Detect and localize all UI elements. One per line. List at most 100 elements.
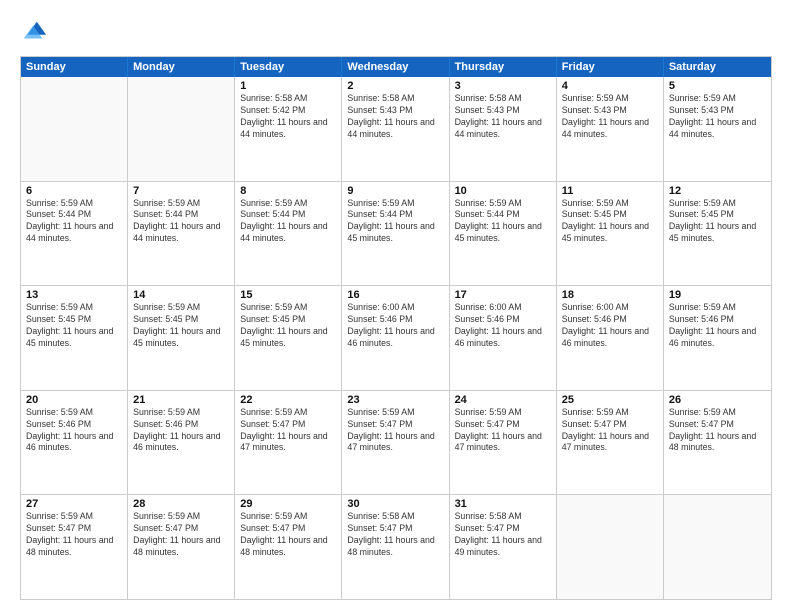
cell-info: Sunrise: 5:59 AM Sunset: 5:44 PM Dayligh… <box>455 198 551 246</box>
calendar-cell: 16Sunrise: 6:00 AM Sunset: 5:46 PM Dayli… <box>342 286 449 390</box>
calendar-cell: 7Sunrise: 5:59 AM Sunset: 5:44 PM Daylig… <box>128 182 235 286</box>
cell-info: Sunrise: 5:59 AM Sunset: 5:47 PM Dayligh… <box>455 407 551 455</box>
calendar-body: 1Sunrise: 5:58 AM Sunset: 5:42 PM Daylig… <box>21 77 771 599</box>
calendar-cell: 3Sunrise: 5:58 AM Sunset: 5:43 PM Daylig… <box>450 77 557 181</box>
calendar-cell: 19Sunrise: 5:59 AM Sunset: 5:46 PM Dayli… <box>664 286 771 390</box>
day-number: 31 <box>455 498 551 510</box>
calendar-row-2: 6Sunrise: 5:59 AM Sunset: 5:44 PM Daylig… <box>21 181 771 286</box>
page: SundayMondayTuesdayWednesdayThursdayFrid… <box>0 0 792 612</box>
header-day-thursday: Thursday <box>450 57 557 77</box>
calendar-cell: 30Sunrise: 5:58 AM Sunset: 5:47 PM Dayli… <box>342 495 449 599</box>
day-number: 28 <box>133 498 229 510</box>
day-number: 19 <box>669 289 766 301</box>
calendar-cell: 11Sunrise: 5:59 AM Sunset: 5:45 PM Dayli… <box>557 182 664 286</box>
day-number: 30 <box>347 498 443 510</box>
cell-info: Sunrise: 5:59 AM Sunset: 5:43 PM Dayligh… <box>562 93 658 141</box>
calendar-cell: 27Sunrise: 5:59 AM Sunset: 5:47 PM Dayli… <box>21 495 128 599</box>
cell-info: Sunrise: 5:59 AM Sunset: 5:46 PM Dayligh… <box>669 302 766 350</box>
header-day-tuesday: Tuesday <box>235 57 342 77</box>
calendar-cell: 18Sunrise: 6:00 AM Sunset: 5:46 PM Dayli… <box>557 286 664 390</box>
calendar-cell: 20Sunrise: 5:59 AM Sunset: 5:46 PM Dayli… <box>21 391 128 495</box>
calendar-cell: 24Sunrise: 5:59 AM Sunset: 5:47 PM Dayli… <box>450 391 557 495</box>
header-day-wednesday: Wednesday <box>342 57 449 77</box>
calendar-cell: 25Sunrise: 5:59 AM Sunset: 5:47 PM Dayli… <box>557 391 664 495</box>
day-number: 11 <box>562 185 658 197</box>
cell-info: Sunrise: 5:59 AM Sunset: 5:47 PM Dayligh… <box>669 407 766 455</box>
calendar-cell: 5Sunrise: 5:59 AM Sunset: 5:43 PM Daylig… <box>664 77 771 181</box>
day-number: 16 <box>347 289 443 301</box>
cell-info: Sunrise: 5:59 AM Sunset: 5:45 PM Dayligh… <box>26 302 122 350</box>
cell-info: Sunrise: 6:00 AM Sunset: 5:46 PM Dayligh… <box>562 302 658 350</box>
calendar-row-1: 1Sunrise: 5:58 AM Sunset: 5:42 PM Daylig… <box>21 77 771 181</box>
calendar-cell: 31Sunrise: 5:58 AM Sunset: 5:47 PM Dayli… <box>450 495 557 599</box>
day-number: 4 <box>562 80 658 92</box>
calendar-cell: 22Sunrise: 5:59 AM Sunset: 5:47 PM Dayli… <box>235 391 342 495</box>
calendar-row-5: 27Sunrise: 5:59 AM Sunset: 5:47 PM Dayli… <box>21 494 771 599</box>
cell-info: Sunrise: 5:59 AM Sunset: 5:47 PM Dayligh… <box>562 407 658 455</box>
day-number: 9 <box>347 185 443 197</box>
logo <box>20 18 52 46</box>
calendar-cell <box>557 495 664 599</box>
cell-info: Sunrise: 5:59 AM Sunset: 5:46 PM Dayligh… <box>26 407 122 455</box>
day-number: 14 <box>133 289 229 301</box>
calendar: SundayMondayTuesdayWednesdayThursdayFrid… <box>20 56 772 600</box>
logo-icon <box>20 18 48 46</box>
calendar-cell: 6Sunrise: 5:59 AM Sunset: 5:44 PM Daylig… <box>21 182 128 286</box>
day-number: 3 <box>455 80 551 92</box>
cell-info: Sunrise: 5:59 AM Sunset: 5:44 PM Dayligh… <box>347 198 443 246</box>
header-day-friday: Friday <box>557 57 664 77</box>
calendar-cell: 2Sunrise: 5:58 AM Sunset: 5:43 PM Daylig… <box>342 77 449 181</box>
header-day-saturday: Saturday <box>664 57 771 77</box>
cell-info: Sunrise: 6:00 AM Sunset: 5:46 PM Dayligh… <box>347 302 443 350</box>
day-number: 1 <box>240 80 336 92</box>
calendar-cell: 4Sunrise: 5:59 AM Sunset: 5:43 PM Daylig… <box>557 77 664 181</box>
header-day-sunday: Sunday <box>21 57 128 77</box>
calendar-cell: 9Sunrise: 5:59 AM Sunset: 5:44 PM Daylig… <box>342 182 449 286</box>
calendar-cell: 17Sunrise: 6:00 AM Sunset: 5:46 PM Dayli… <box>450 286 557 390</box>
day-number: 8 <box>240 185 336 197</box>
day-number: 26 <box>669 394 766 406</box>
cell-info: Sunrise: 5:59 AM Sunset: 5:47 PM Dayligh… <box>26 511 122 559</box>
calendar-cell <box>128 77 235 181</box>
header <box>20 18 772 46</box>
calendar-cell: 21Sunrise: 5:59 AM Sunset: 5:46 PM Dayli… <box>128 391 235 495</box>
calendar-cell: 12Sunrise: 5:59 AM Sunset: 5:45 PM Dayli… <box>664 182 771 286</box>
day-number: 12 <box>669 185 766 197</box>
cell-info: Sunrise: 5:59 AM Sunset: 5:44 PM Dayligh… <box>26 198 122 246</box>
day-number: 15 <box>240 289 336 301</box>
day-number: 20 <box>26 394 122 406</box>
day-number: 6 <box>26 185 122 197</box>
cell-info: Sunrise: 5:59 AM Sunset: 5:43 PM Dayligh… <box>669 93 766 141</box>
calendar-cell: 15Sunrise: 5:59 AM Sunset: 5:45 PM Dayli… <box>235 286 342 390</box>
cell-info: Sunrise: 5:58 AM Sunset: 5:47 PM Dayligh… <box>347 511 443 559</box>
day-number: 25 <box>562 394 658 406</box>
cell-info: Sunrise: 5:58 AM Sunset: 5:43 PM Dayligh… <box>347 93 443 141</box>
day-number: 5 <box>669 80 766 92</box>
cell-info: Sunrise: 5:58 AM Sunset: 5:47 PM Dayligh… <box>455 511 551 559</box>
calendar-cell: 10Sunrise: 5:59 AM Sunset: 5:44 PM Dayli… <box>450 182 557 286</box>
calendar-header: SundayMondayTuesdayWednesdayThursdayFrid… <box>21 57 771 77</box>
cell-info: Sunrise: 5:59 AM Sunset: 5:44 PM Dayligh… <box>240 198 336 246</box>
calendar-cell <box>21 77 128 181</box>
calendar-row-4: 20Sunrise: 5:59 AM Sunset: 5:46 PM Dayli… <box>21 390 771 495</box>
cell-info: Sunrise: 5:59 AM Sunset: 5:47 PM Dayligh… <box>133 511 229 559</box>
calendar-cell <box>664 495 771 599</box>
cell-info: Sunrise: 5:59 AM Sunset: 5:45 PM Dayligh… <box>669 198 766 246</box>
cell-info: Sunrise: 5:58 AM Sunset: 5:43 PM Dayligh… <box>455 93 551 141</box>
day-number: 29 <box>240 498 336 510</box>
day-number: 2 <box>347 80 443 92</box>
cell-info: Sunrise: 5:59 AM Sunset: 5:45 PM Dayligh… <box>240 302 336 350</box>
cell-info: Sunrise: 5:59 AM Sunset: 5:47 PM Dayligh… <box>240 407 336 455</box>
cell-info: Sunrise: 5:59 AM Sunset: 5:47 PM Dayligh… <box>347 407 443 455</box>
day-number: 13 <box>26 289 122 301</box>
calendar-cell: 29Sunrise: 5:59 AM Sunset: 5:47 PM Dayli… <box>235 495 342 599</box>
calendar-cell: 8Sunrise: 5:59 AM Sunset: 5:44 PM Daylig… <box>235 182 342 286</box>
day-number: 18 <box>562 289 658 301</box>
day-number: 17 <box>455 289 551 301</box>
header-day-monday: Monday <box>128 57 235 77</box>
day-number: 10 <box>455 185 551 197</box>
calendar-cell: 26Sunrise: 5:59 AM Sunset: 5:47 PM Dayli… <box>664 391 771 495</box>
day-number: 27 <box>26 498 122 510</box>
cell-info: Sunrise: 5:59 AM Sunset: 5:45 PM Dayligh… <box>133 302 229 350</box>
cell-info: Sunrise: 5:59 AM Sunset: 5:45 PM Dayligh… <box>562 198 658 246</box>
